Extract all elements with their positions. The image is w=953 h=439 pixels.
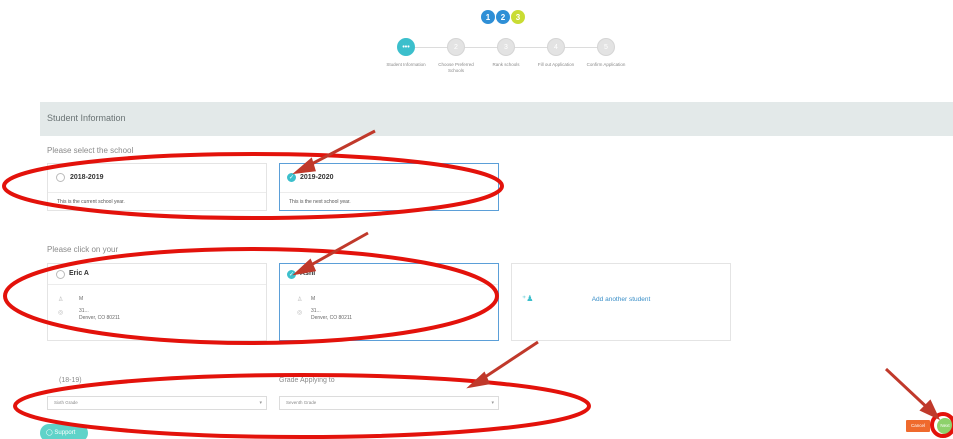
step-label-1: Student Information: [386, 62, 426, 67]
school-year-title-1: 2018-2019: [70, 174, 104, 181]
location-pin-icon: ◎: [297, 310, 303, 316]
annotation-arrow-grades: [475, 340, 539, 385]
step-student-information[interactable]: ••• Student Information: [382, 38, 430, 68]
school-year-card-2018-2019[interactable]: 2018-2019 This is the current school yea…: [47, 163, 267, 211]
step-badge-3: 3: [511, 10, 525, 24]
student-radio-2-checked[interactable]: ✓: [287, 270, 296, 279]
step-fill-application[interactable]: 4 Fill out Application: [532, 38, 580, 68]
school-year-radio-2-checked[interactable]: ✓: [287, 173, 296, 182]
support-button[interactable]: ◯ Support: [40, 424, 88, 439]
step-dot-4: 4: [547, 38, 565, 56]
school-year-prompt: Please select the school: [47, 146, 134, 155]
person-icon: ♙: [297, 297, 303, 303]
step-rank-schools[interactable]: 3 Rank schools: [482, 38, 530, 68]
student-address-1-line2: Denver, CO 80211: [79, 315, 121, 321]
card-divider: [48, 192, 266, 193]
student-card-2[interactable]: ✓ Ashl ♙ M ◎ 31... Denver, CO 80211: [279, 263, 499, 341]
school-year-radio-1[interactable]: [56, 173, 65, 182]
school-year-title-2: 2019-2020: [300, 174, 334, 181]
next-button[interactable]: Next: [937, 418, 953, 434]
step-label-2: Choose Preferred Schools: [438, 62, 474, 73]
person-icon: ♙: [58, 297, 64, 303]
step-confirm-application[interactable]: 5 Confirm Application: [582, 38, 630, 68]
step-choose-schools[interactable]: 2 Choose Preferred Schools: [432, 38, 480, 73]
student-card-1[interactable]: Eric A ♙ M ◎ 31... Denver, CO 80211: [47, 263, 267, 341]
support-label: Support: [54, 430, 76, 436]
student-name-2: Ashl: [300, 270, 316, 277]
step-badge-1: 1: [481, 10, 495, 24]
step-dot-5: 5: [597, 38, 615, 56]
chevron-down-icon: ▾: [491, 400, 494, 406]
section-title: Student Information: [47, 113, 126, 123]
student-address-2-line2: Denver, CO 80211: [311, 315, 353, 321]
step-label-4: Fill out Application: [537, 62, 575, 67]
chevron-down-icon: ▾: [259, 400, 262, 406]
school-year-desc-2: This is the next school year.: [289, 199, 351, 205]
student-address-2-line1: 31...: [311, 308, 321, 314]
add-student-card[interactable]: ⁺♟ Add another student: [511, 263, 731, 341]
student-field-2: M: [311, 296, 316, 302]
progress-badges: 1 2 3: [481, 10, 525, 24]
section-header: Student Information: [40, 102, 953, 136]
step-label-5: Confirm Application: [586, 62, 626, 67]
annotation-arrow-next: [884, 367, 935, 415]
student-field-1: M: [79, 296, 84, 302]
step-dot-1: •••: [397, 38, 415, 56]
card-divider: [280, 284, 498, 285]
current-grade-label: (18-19): [59, 377, 82, 384]
grade-applying-select[interactable]: Seventh Grade ▾: [279, 396, 499, 410]
step-dot-3: 3: [497, 38, 515, 56]
location-pin-icon: ◎: [58, 310, 64, 316]
wizard-stepper: ••• Student Information 2 Choose Preferr…: [386, 38, 630, 98]
student-name-1: Eric A: [69, 270, 89, 277]
add-student-label: Add another student: [591, 296, 651, 303]
step-dot-2: 2: [447, 38, 465, 56]
cancel-button[interactable]: Cancel: [906, 420, 930, 432]
student-radio-1[interactable]: [56, 270, 65, 279]
current-grade-select[interactable]: Sixth Grade ▾: [47, 396, 267, 410]
current-grade-value: Sixth Grade: [54, 400, 78, 405]
grade-applying-label: Grade Applying to: [279, 377, 335, 384]
card-divider: [280, 192, 498, 193]
grade-applying-value: Seventh Grade: [286, 400, 317, 405]
student-prompt: Please click on your: [47, 245, 119, 254]
student-address-1-line1: 31...: [79, 308, 89, 314]
school-year-card-2019-2020[interactable]: ✓ 2019-2020 This is the next school year…: [279, 163, 499, 211]
card-divider: [48, 284, 266, 285]
step-label-3: Rank schools: [492, 62, 520, 67]
step-badge-2: 2: [496, 10, 510, 24]
school-year-desc-1: This is the current school year.: [57, 199, 125, 205]
